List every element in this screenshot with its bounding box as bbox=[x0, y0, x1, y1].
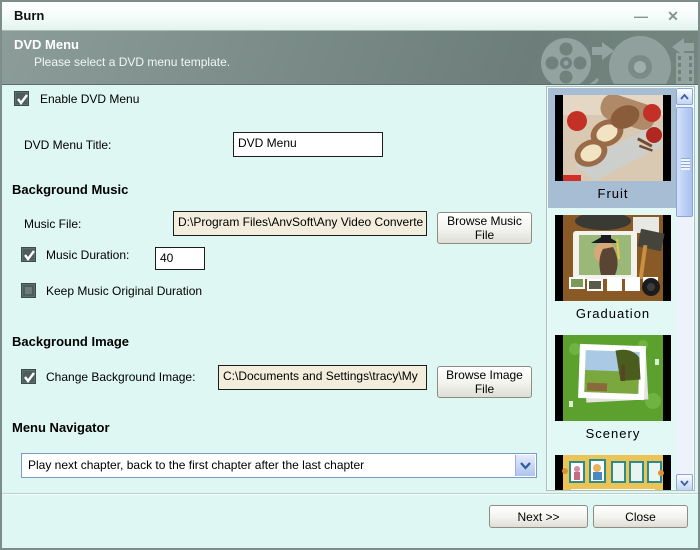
close-button[interactable]: Close bbox=[593, 505, 688, 528]
keep-original-duration-label: Keep Music Original Duration bbox=[46, 284, 202, 298]
chevron-up-icon bbox=[680, 94, 689, 100]
music-file-label: Music File: bbox=[24, 217, 81, 231]
music-duration-input[interactable]: 40 bbox=[155, 247, 205, 270]
template-scrollbar[interactable] bbox=[676, 88, 693, 491]
window-title: Burn bbox=[14, 8, 44, 23]
chevron-down-icon bbox=[680, 480, 689, 486]
menu-navigator-selected-option: Play next chapter, back to the first cha… bbox=[28, 458, 364, 472]
dvd-menu-title-label: DVD Menu Title: bbox=[24, 138, 111, 152]
film-reel-icon bbox=[541, 38, 598, 84]
graduation-thumbnail[interactable] bbox=[555, 215, 671, 301]
enable-dvd-menu-label: Enable DVD Menu bbox=[40, 92, 139, 106]
header-title: DVD Menu bbox=[14, 37, 79, 52]
music-duration-checkbox[interactable] bbox=[21, 247, 36, 262]
keep-original-duration-checkbox[interactable] bbox=[21, 283, 36, 298]
header-subtitle: Please select a DVD menu template. bbox=[34, 55, 230, 69]
enable-dvd-menu-checkbox[interactable] bbox=[14, 91, 29, 106]
background-image-section-title: Background Image bbox=[12, 334, 129, 349]
menu-navigator-section-title: Menu Navigator bbox=[12, 420, 110, 435]
footer-separator bbox=[2, 493, 698, 495]
close-icon[interactable]: ✕ bbox=[662, 6, 684, 26]
dropdown-button[interactable] bbox=[515, 455, 535, 476]
dvd-menu-title-input[interactable]: DVD Menu bbox=[233, 132, 383, 157]
fruit-thumbnail[interactable] bbox=[555, 95, 671, 181]
chevron-down-icon bbox=[520, 462, 531, 470]
template-item-fruit[interactable]: Fruit bbox=[548, 88, 678, 208]
background-image-input[interactable]: C:\Documents and Settings\tracy\My bbox=[218, 365, 427, 390]
minimize-icon[interactable]: — bbox=[630, 6, 652, 26]
change-background-image-label: Change Background Image: bbox=[46, 370, 195, 384]
header-band: DVD Menu Please select a DVD menu templa… bbox=[2, 30, 698, 85]
template-item-scenery[interactable]: Scenery bbox=[548, 328, 678, 448]
browse-music-file-button[interactable]: Browse Music File bbox=[437, 212, 532, 244]
template-label: Scenery bbox=[548, 426, 678, 441]
header-artwork bbox=[536, 31, 696, 84]
background-music-section-title: Background Music bbox=[12, 182, 128, 197]
template-list: Fruit bbox=[548, 88, 678, 491]
template-item-graduation[interactable]: Graduation bbox=[548, 208, 678, 328]
scenery-thumbnail[interactable] bbox=[555, 335, 671, 421]
partial-thumbnail[interactable] bbox=[555, 455, 671, 491]
checkmark-icon bbox=[23, 249, 36, 262]
music-duration-label: Music Duration: bbox=[46, 248, 129, 262]
disc-icon bbox=[609, 36, 671, 84]
template-item-partial[interactable] bbox=[548, 448, 678, 491]
change-background-image-checkbox[interactable] bbox=[21, 369, 36, 384]
template-list-panel: Fruit bbox=[546, 86, 695, 491]
menu-navigator-dropdown[interactable]: Play next chapter, back to the first cha… bbox=[21, 453, 537, 478]
template-label: Fruit bbox=[548, 186, 678, 201]
scroll-up-button[interactable] bbox=[676, 88, 693, 105]
template-label: Graduation bbox=[548, 306, 678, 321]
burn-dialog: Burn — ✕ DVD Menu Please select a DVD me… bbox=[0, 0, 700, 550]
checkmark-icon bbox=[16, 93, 29, 106]
titlebar: Burn — ✕ bbox=[2, 2, 698, 30]
scrollbar-grip bbox=[681, 158, 690, 170]
scroll-down-button[interactable] bbox=[676, 474, 693, 491]
film-strip-icon bbox=[676, 53, 694, 84]
next-button[interactable]: Next >> bbox=[489, 505, 588, 528]
scrollbar-thumb[interactable] bbox=[676, 107, 693, 217]
music-file-input[interactable]: D:\Program Files\AnvSoft\Any Video Conve… bbox=[173, 211, 427, 236]
browse-image-file-button[interactable]: Browse Image File bbox=[437, 366, 532, 398]
checkmark-icon bbox=[23, 371, 36, 384]
